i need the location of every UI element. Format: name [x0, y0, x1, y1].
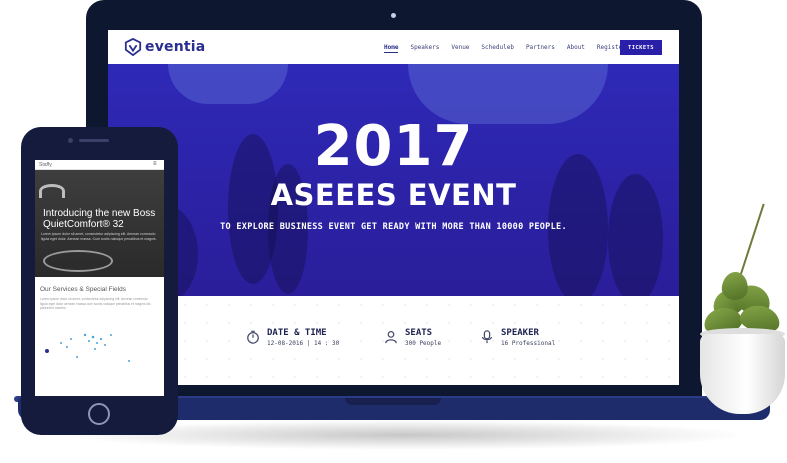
hero-ceiling-light	[168, 64, 288, 104]
laptop-notch	[345, 398, 441, 405]
nav-partners[interactable]: Partners	[526, 44, 555, 53]
info-date-time: DATE & TIME 12-08-2016 | 14 : 30	[246, 328, 339, 347]
services-title: Our Services & Special Fields	[40, 286, 126, 293]
headphones-band-image	[43, 250, 113, 272]
phone-screen: Staffy ≡ Introducing the new Boss QuietC…	[35, 160, 164, 396]
stopwatch-icon	[247, 330, 259, 344]
microphone-icon	[482, 330, 492, 344]
hero-title: ASEEES EVENT	[270, 178, 517, 212]
hero-year: 2017	[313, 114, 474, 179]
info-value: 12-08-2016 | 14 : 30	[267, 340, 340, 347]
nav-schedule[interactable]: Scheduleb	[481, 44, 514, 53]
phone-home-button[interactable]	[88, 403, 110, 425]
info-seats: SEATS 300 People	[384, 328, 441, 347]
info-title: DATE & TIME	[267, 328, 327, 338]
info-value: 300 People	[405, 340, 442, 347]
brand-logo[interactable]: eventia	[124, 38, 205, 56]
phone-services-section: Our Services & Special Fields Lorem ipsu…	[35, 277, 164, 396]
hero-banner: 2017 ASEEES EVENT TO EXPLORE BUSINESS EV…	[108, 64, 679, 296]
phone-brand[interactable]: Staffy	[39, 162, 52, 168]
nav-about[interactable]: About	[567, 44, 585, 53]
phone-speaker	[79, 139, 109, 142]
laptop-screen: eventia Home Speakers Venue Scheduleb Pa…	[108, 30, 679, 385]
plant-pot	[700, 334, 785, 414]
phone-hero: Introducing the new Boss QuietComfort® 3…	[35, 170, 164, 277]
event-info-strip: DATE & TIME 12-08-2016 | 14 : 30 SEATS 3…	[108, 296, 679, 385]
phone-hero-text: Lorem ipsum dolor sit amet, consectetur …	[41, 232, 157, 241]
info-speaker: SPEAKER 16 Professional	[480, 328, 555, 347]
info-title: SPEAKER	[501, 328, 539, 338]
phone-camera	[68, 138, 73, 143]
laptop-camera	[391, 13, 396, 18]
tickets-button[interactable]: TICKETS	[620, 40, 662, 55]
phone-topbar: Staffy ≡	[35, 160, 164, 170]
hero-subtitle: TO EXPLORE BUSINESS EVENT GET READY WITH…	[220, 222, 567, 232]
user-icon	[385, 330, 397, 344]
brand-name: eventia	[145, 39, 206, 55]
headphones-image	[39, 184, 65, 198]
plant-stem	[738, 203, 765, 281]
nav-venue[interactable]: Venue	[451, 44, 469, 53]
services-text: Lorem ipsum dolor sit amet, consectetur …	[40, 297, 151, 310]
phone-device: Staffy ≡ Introducing the new Boss QuietC…	[21, 127, 178, 435]
site-navbar: eventia Home Speakers Venue Scheduleb Pa…	[108, 30, 679, 64]
nav-links: Home Speakers Venue Scheduleb Partners A…	[384, 44, 626, 53]
world-map-dots	[45, 333, 130, 362]
nav-home[interactable]: Home	[384, 44, 399, 53]
eventia-logo-icon	[124, 38, 142, 56]
info-value: 16 Professional	[501, 340, 556, 347]
hamburger-menu-icon[interactable]: ≡	[153, 161, 157, 167]
info-title: SEATS	[405, 328, 433, 338]
nav-speakers[interactable]: Speakers	[410, 44, 439, 53]
phone-hero-title: Introducing the new Boss QuietComfort® 3…	[43, 208, 156, 230]
